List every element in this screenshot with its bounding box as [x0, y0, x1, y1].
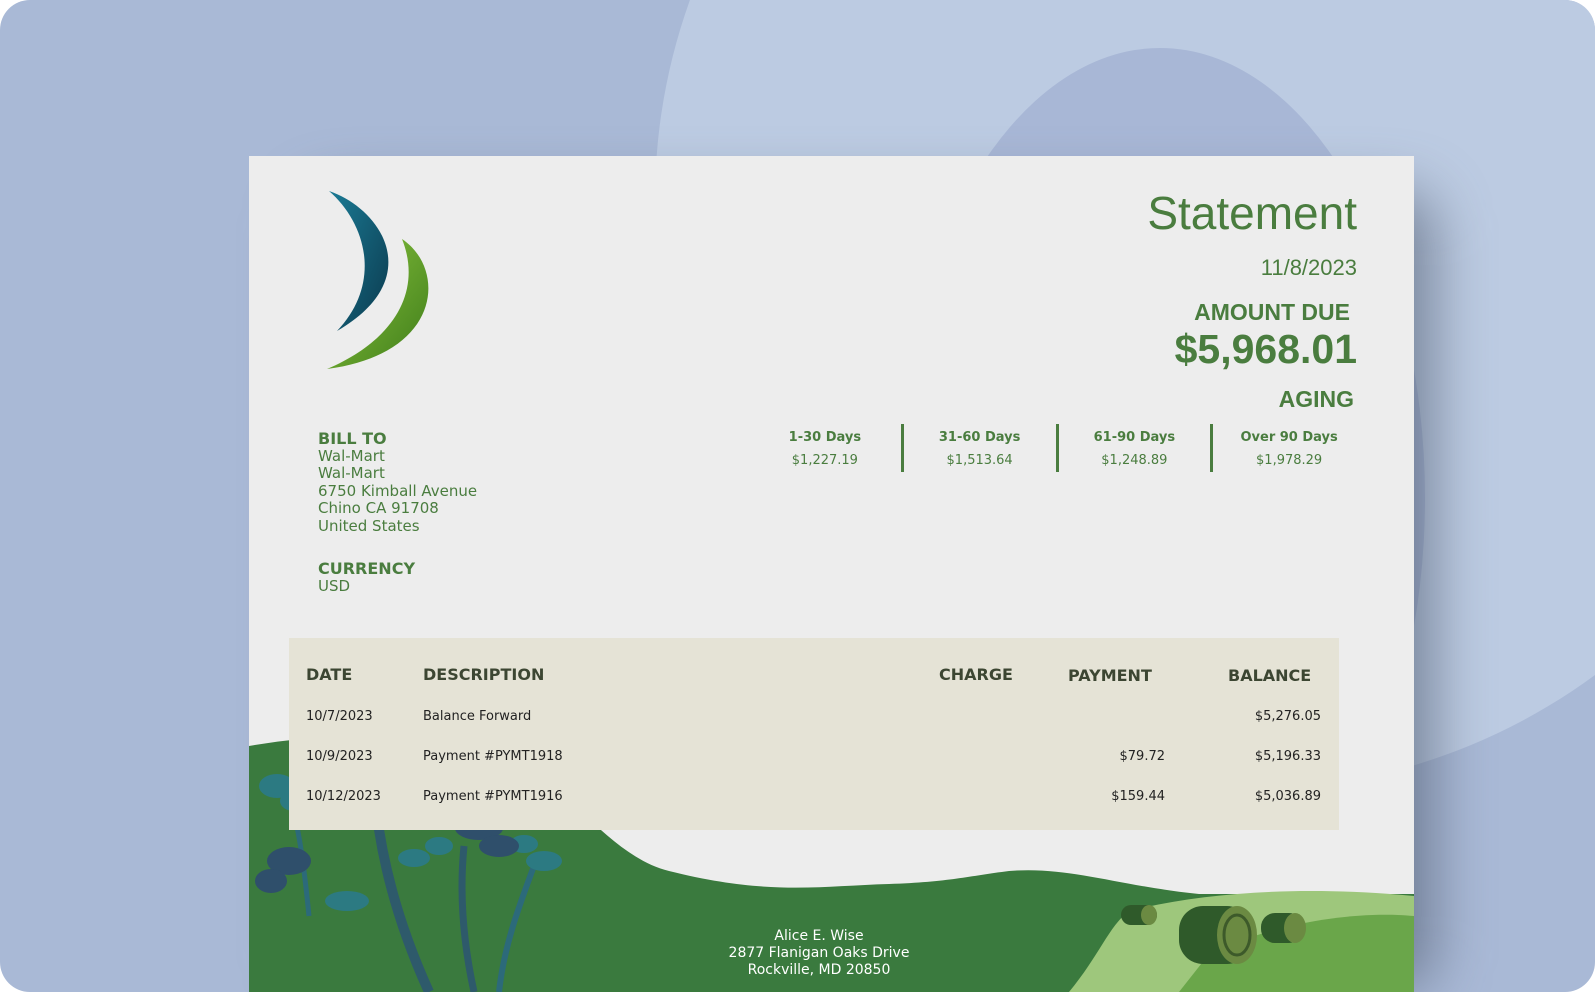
aging-summary: 1-30 Days $1,227.19 31-60 Days $1,513.64…	[749, 424, 1365, 472]
amount-due-value: $5,968.01	[1174, 326, 1357, 372]
company-logo-icon	[327, 191, 429, 369]
column-header-date: DATE	[306, 665, 353, 684]
aging-bucket: 31-60 Days $1,513.64	[900, 424, 1056, 472]
cell-balance: $5,276.05	[1254, 709, 1321, 724]
aging-label: AGING	[1278, 386, 1354, 412]
table-row: 10/7/2023 Balance Forward $5,276.05	[289, 709, 1339, 729]
bill-to-line: United States	[318, 516, 420, 535]
column-header-charge: CHARGE	[939, 665, 1013, 684]
currency-label: CURRENCY	[318, 559, 416, 578]
aging-bucket-value: $1,513.64	[946, 453, 1013, 468]
cell-date: 10/9/2023	[306, 749, 373, 764]
bill-to-line: Wal-Mart	[318, 464, 385, 482]
aging-bucket-label: Over 90 Days	[1240, 430, 1338, 445]
aging-bucket-label: 61-90 Days	[1093, 430, 1176, 445]
cell-description: Payment #PYMT1918	[423, 749, 563, 764]
aging-bucket: 1-30 Days $1,227.19	[749, 424, 901, 472]
footer-address: Alice E. Wise 2877 Flanigan Oaks Drive R…	[649, 928, 989, 979]
aging-bucket-value: $1,978.29	[1256, 453, 1323, 468]
footer-name: Alice E. Wise	[774, 928, 864, 944]
amount-due-label: AMOUNT DUE	[1194, 299, 1350, 325]
cell-payment: $159.44	[1111, 789, 1165, 804]
background-frame: Statement 11/8/2023 AMOUNT DUE $5,968.01…	[0, 0, 1595, 992]
transactions-table: DATE DESCRIPTION CHARGE PAYMENT BALANCE …	[289, 638, 1339, 830]
aging-bucket: Over 90 Days $1,978.29	[1210, 424, 1365, 472]
bill-to-line: Chino CA 91708	[318, 499, 439, 517]
cell-balance: $5,036.89	[1254, 789, 1321, 804]
column-header-payment: PAYMENT	[1068, 666, 1152, 685]
bill-to-line: Wal-Mart	[318, 446, 385, 465]
aging-bucket: 61-90 Days $1,248.89	[1055, 424, 1211, 472]
cell-payment: $79.72	[1119, 749, 1166, 764]
column-header-description: DESCRIPTION	[423, 665, 545, 684]
cell-description: Balance Forward	[423, 709, 532, 724]
cell-date: 10/7/2023	[306, 709, 373, 724]
footer-street: 2877 Flanigan Oaks Drive	[728, 945, 910, 961]
aging-bucket-value: $1,248.89	[1101, 453, 1168, 468]
bill-to-line: 6750 Kimball Avenue	[318, 481, 478, 500]
cell-date: 10/12/2023	[306, 789, 381, 804]
aging-bucket-value: $1,227.19	[791, 453, 858, 468]
bill-to-label: BILL TO	[318, 429, 387, 448]
bill-to-block: BILL TO Wal-Mart Wal-Mart 6750 Kimball A…	[318, 430, 477, 535]
cell-balance: $5,196.33	[1254, 749, 1321, 764]
aging-bucket-label: 31-60 Days	[938, 430, 1021, 445]
statement-document: Statement 11/8/2023 AMOUNT DUE $5,968.01…	[249, 156, 1414, 992]
column-header-balance: BALANCE	[1228, 666, 1312, 685]
document-title: Statement	[1147, 187, 1357, 239]
cell-description: Payment #PYMT1916	[423, 789, 563, 804]
table-row: 10/12/2023 Payment #PYMT1916 $159.44 $5,…	[289, 789, 1339, 809]
aging-bucket-label: 1-30 Days	[788, 430, 862, 445]
currency-block: CURRENCY USD	[318, 560, 415, 595]
footer-city: Rockville, MD 20850	[747, 962, 891, 978]
table-row: 10/9/2023 Payment #PYMT1918 $79.72 $5,19…	[289, 749, 1339, 769]
currency-value: USD	[318, 576, 351, 595]
statement-date: 11/8/2023	[1260, 255, 1357, 280]
